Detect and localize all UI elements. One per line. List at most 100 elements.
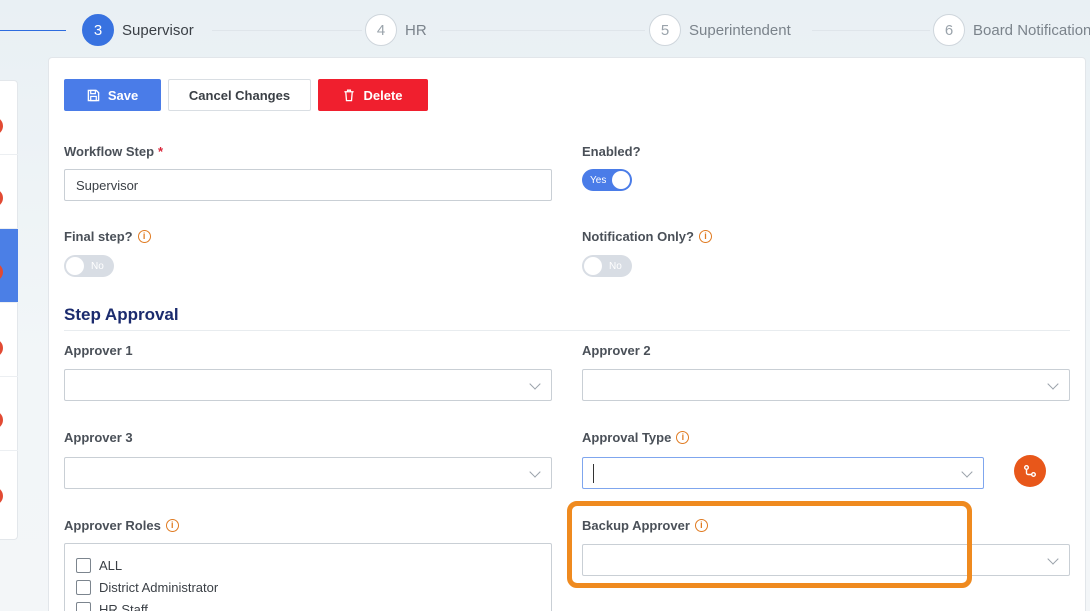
trash-icon — [344, 89, 355, 101]
input-value: Supervisor — [76, 177, 139, 193]
workflow-steps-list — [0, 80, 18, 540]
toggle-knob — [584, 257, 602, 275]
option-label: District Administrator — [99, 579, 219, 595]
backup-approver-select[interactable] — [582, 544, 1070, 576]
backup-approver-label: Backup Approver i — [582, 518, 708, 533]
label-text: Workflow Step — [64, 144, 155, 159]
route-icon — [1024, 465, 1036, 477]
info-icon[interactable]: i — [137, 230, 151, 243]
stepper-connector — [440, 30, 645, 31]
step-hr[interactable]: 4 HR — [365, 14, 427, 46]
cancel-label: Cancel Changes — [188, 87, 291, 103]
chevron-down-icon — [529, 378, 541, 390]
label-text: Backup Approver — [582, 518, 690, 533]
label-text: Approver Roles — [64, 518, 161, 533]
step-superintendent[interactable]: 5 Superintendent — [649, 14, 791, 46]
final-step-label: Final step? i — [64, 229, 151, 244]
status-dot — [0, 263, 3, 281]
step-number: 6 — [933, 14, 965, 46]
status-dot — [0, 411, 3, 429]
option-label: ALL — [99, 557, 123, 573]
toggle-knob — [612, 171, 630, 189]
info-icon[interactable]: i — [676, 431, 690, 444]
workflow-route-button[interactable] — [1014, 455, 1046, 487]
step-number: 5 — [649, 14, 681, 46]
stepper-connector — [0, 30, 66, 31]
chevron-down-icon — [1047, 378, 1059, 390]
status-dot — [0, 117, 3, 135]
label-text: Final step? — [64, 229, 133, 244]
step-label: Superintendent — [689, 21, 791, 39]
workflow-step-label: Workflow Step * — [64, 144, 163, 159]
checkbox[interactable] — [76, 601, 91, 611]
step-detail-card: Save Cancel Changes Delete Workflow Step… — [48, 57, 1086, 611]
delete-label: Delete — [363, 87, 403, 103]
stepper-connector — [212, 30, 362, 31]
cancel-changes-button[interactable]: Cancel Changes — [168, 79, 311, 111]
list-item[interactable] — [0, 81, 18, 155]
info-icon[interactable]: i — [698, 230, 712, 243]
chevron-down-icon — [529, 466, 541, 478]
approver2-select[interactable] — [582, 369, 1070, 401]
option-label: HR Staff — [99, 601, 148, 611]
step-label: HR — [405, 21, 427, 39]
info-icon[interactable]: i — [694, 519, 708, 532]
text-cursor — [593, 464, 594, 483]
chevron-down-icon — [961, 466, 973, 478]
label-text: Approver 2 — [582, 343, 651, 358]
approver-roles-list: ALL District Administrator HR Staff — [64, 543, 552, 611]
workflow-step-input[interactable]: Supervisor — [64, 169, 552, 201]
section-title: Step Approval — [64, 305, 179, 324]
label-text: Approver 1 — [64, 343, 133, 358]
toggle-knob — [66, 257, 84, 275]
section-divider — [64, 330, 1070, 331]
status-dot — [0, 487, 3, 505]
enabled-toggle[interactable]: Yes — [582, 169, 632, 191]
label-text: Notification Only? — [582, 229, 694, 244]
label-text: Approver 3 — [64, 430, 133, 445]
required-mark: * — [158, 144, 164, 159]
role-option-hr-staff[interactable]: HR Staff — [65, 598, 551, 611]
status-dot — [0, 339, 3, 357]
approval-type-select[interactable] — [582, 457, 984, 489]
step-label: Supervisor — [122, 21, 194, 39]
approver1-label: Approver 1 — [64, 343, 133, 358]
list-item[interactable] — [0, 155, 18, 229]
chevron-down-icon — [1047, 553, 1059, 565]
approver1-select[interactable] — [64, 369, 552, 401]
list-item[interactable] — [0, 451, 18, 525]
step-supervisor[interactable]: 3 Supervisor — [82, 14, 194, 46]
approver3-label: Approver 3 — [64, 430, 133, 445]
delete-button[interactable]: Delete — [318, 79, 428, 111]
save-label: Save — [107, 87, 139, 103]
list-item[interactable] — [0, 303, 18, 377]
stepper-connector — [812, 30, 930, 31]
list-item[interactable] — [0, 377, 18, 451]
info-icon[interactable]: i — [165, 519, 179, 532]
checkbox[interactable] — [76, 579, 91, 595]
approval-type-label: Approval Type i — [582, 430, 690, 445]
approver-roles-label: Approver Roles i — [64, 518, 179, 533]
role-option-district-administrator[interactable]: District Administrator — [65, 576, 551, 598]
status-dot — [0, 189, 3, 207]
step-board-notification[interactable]: 6 Board Notification — [933, 14, 1090, 46]
checkbox[interactable] — [76, 557, 91, 573]
approver3-select[interactable] — [64, 457, 552, 489]
approver2-label: Approver 2 — [582, 343, 651, 358]
save-icon — [87, 89, 100, 101]
notification-only-label: Notification Only? i — [582, 229, 712, 244]
enabled-label: Enabled? — [582, 144, 641, 159]
role-option-all[interactable]: ALL — [65, 554, 551, 576]
step-number: 3 — [82, 14, 114, 46]
list-item-selected[interactable] — [0, 229, 18, 303]
workflow-stepper: 3 Supervisor 4 HR 5 Superintendent 6 Boa… — [0, 0, 1090, 60]
toggle-state: No — [609, 260, 622, 272]
save-button[interactable]: Save — [64, 79, 161, 111]
final-step-toggle[interactable]: No — [64, 255, 114, 277]
toggle-state: Yes — [590, 174, 607, 186]
label-text: Enabled? — [582, 144, 641, 159]
label-text: Approval Type — [582, 430, 672, 445]
notification-only-toggle[interactable]: No — [582, 255, 632, 277]
toggle-state: No — [91, 260, 104, 272]
step-label: Board Notification — [973, 21, 1090, 39]
